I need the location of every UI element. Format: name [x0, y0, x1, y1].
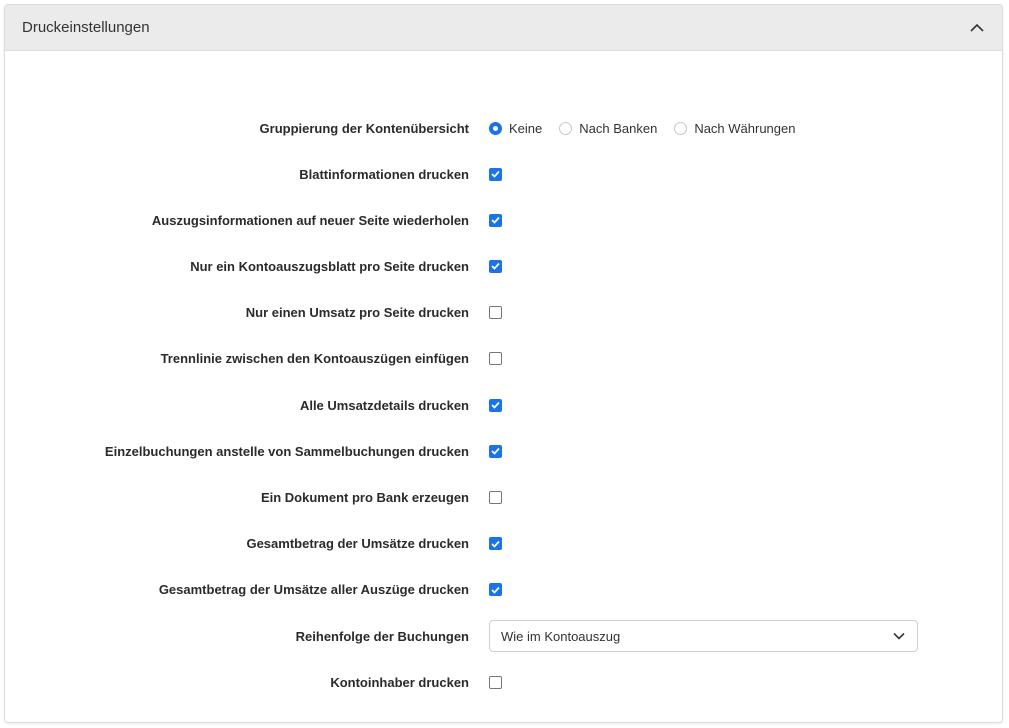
radio-label-currencies: Nach Währungen	[694, 120, 796, 136]
setting-label: Ein Dokument pro Bank erzeugen	[260, 489, 469, 505]
setting-label: Einzelbuchungen anstelle von Sammelbuchu…	[104, 443, 469, 459]
setting-label: Trennlinie zwischen den Kontoauszügen ei…	[160, 351, 469, 367]
radio-currencies[interactable]	[674, 121, 688, 135]
grouping-row: Gruppierung der Kontenübersicht Keine Na…	[5, 111, 1002, 145]
radio-label-none: Keine	[509, 120, 543, 136]
setting-label: Alle Umsatzdetails drucken	[299, 397, 469, 413]
checkbox-kontoinhaber-drucken[interactable]	[489, 675, 502, 689]
setting-row-nur-ein-kontoauszugsblatt-pro-seite-drucken: Nur ein Kontoauszugsblatt pro Seite druc…	[5, 249, 1002, 283]
setting-control	[489, 537, 502, 551]
setting-row-alle-umsatzdetails-drucken: Alle Umsatzdetails drucken	[5, 388, 1002, 422]
checkbox-buchungen-mit-wechselndem-hintergrund-drucken[interactable]	[489, 722, 502, 723]
setting-label: Nur einen Umsatz pro Seite drucken	[245, 305, 469, 321]
checkbox-alle-umsatzdetails-drucken[interactable]	[489, 398, 502, 412]
setting-control	[489, 306, 502, 320]
checkbox-trennlinie-zwischen-den-kontoauszuegen-einfuegen[interactable]	[489, 352, 502, 366]
checkbox-gesamtbetrag-der-umsaetze-drucken[interactable]	[489, 537, 502, 551]
checkbox-nur-ein-kontoauszugsblatt-pro-seite-drucken[interactable]	[489, 259, 502, 273]
setting-label: Auszugsinformationen auf neuer Seite wie…	[151, 212, 469, 228]
radio-option-banks[interactable]: Nach Banken	[559, 121, 657, 136]
setting-row-trennlinie-zwischen-den-kontoauszuegen-einfuegen: Trennlinie zwischen den Kontoauszügen ei…	[5, 342, 1002, 376]
checkbox-blattinformationen-drucken[interactable]	[489, 167, 502, 181]
setting-control	[489, 675, 502, 689]
checkbox-gesamtbetrag-der-umsaetze-aller-auszuege-drucken[interactable]	[489, 583, 502, 597]
setting-control	[489, 167, 502, 181]
setting-control	[489, 490, 502, 504]
setting-row-gesamtbetrag-der-umsaetze-drucken: Gesamtbetrag der Umsätze drucken	[5, 527, 1002, 561]
setting-row-gesamtbetrag-der-umsaetze-aller-auszuege-drucken: Gesamtbetrag der Umsätze aller Auszüge d…	[5, 573, 1002, 607]
chevron-up-icon[interactable]	[968, 19, 986, 37]
radio-option-none[interactable]: Keine	[489, 121, 542, 136]
radio-label-banks: Nach Banken	[579, 120, 658, 136]
radio-banks[interactable]	[559, 121, 573, 135]
checkbox-nur-einen-umsatz-pro-seite-drucken[interactable]	[489, 306, 502, 320]
setting-control	[489, 583, 502, 597]
grouping-radio-group: Keine Nach Banken Nach Währungen	[489, 121, 812, 136]
order-select[interactable]: Wie im Kontoauszug	[489, 620, 918, 652]
grouping-label: Gruppierung der Kontenübersicht	[259, 120, 469, 136]
setting-row-buchungen-mit-wechselndem-hintergrund-drucken: Buchungen mit wechselndem Hintergrund dr…	[5, 712, 1002, 723]
order-label: Reihenfolge der Buchungen	[295, 628, 469, 644]
setting-row-kontoinhaber-drucken: Kontoinhaber drucken	[5, 665, 1002, 699]
setting-row-nur-einen-umsatz-pro-seite-drucken: Nur einen Umsatz pro Seite drucken	[5, 296, 1002, 330]
radio-none[interactable]	[489, 121, 502, 135]
radio-option-currencies[interactable]: Nach Währungen	[674, 121, 795, 136]
setting-label: Gesamtbetrag der Umsätze aller Auszüge d…	[158, 582, 469, 598]
panel-header[interactable]: Druckeinstellungen	[5, 5, 1002, 51]
panel-title: Druckeinstellungen	[22, 19, 150, 36]
checkbox-ein-dokument-pro-bank-erzeugen[interactable]	[489, 490, 502, 504]
setting-row-ein-dokument-pro-bank-erzeugen: Ein Dokument pro Bank erzeugen	[5, 480, 1002, 514]
setting-label: Buchungen mit wechselndem Hintergrund dr…	[5, 721, 469, 722]
setting-control	[489, 259, 502, 273]
setting-label: Blattinformationen drucken	[299, 166, 469, 182]
order-row: Reihenfolge der Buchungen Wie im Kontoau…	[5, 619, 1002, 653]
setting-control	[489, 213, 502, 227]
checkbox-einzelbuchungen-anstelle-von-sammelbuchungen-drucken[interactable]	[489, 444, 502, 458]
print-settings-panel: Druckeinstellungen Gruppierung der Konte…	[4, 4, 1003, 723]
chevron-down-icon	[893, 627, 905, 645]
checkbox-auszugsinformationen-auf-neuer-seite-wiederholen[interactable]	[489, 213, 502, 227]
setting-control	[489, 352, 502, 366]
setting-row-blattinformationen-drucken: Blattinformationen drucken	[5, 157, 1002, 191]
setting-row-auszugsinformationen-auf-neuer-seite-wiederholen: Auszugsinformationen auf neuer Seite wie…	[5, 203, 1002, 237]
setting-label: Kontoinhaber drucken	[330, 674, 469, 690]
setting-control	[489, 722, 502, 723]
setting-label: Nur ein Kontoauszugsblatt pro Seite druc…	[190, 258, 469, 274]
setting-control	[489, 444, 502, 458]
setting-control	[489, 398, 502, 412]
setting-label: Gesamtbetrag der Umsätze drucken	[246, 536, 469, 552]
setting-row-einzelbuchungen-anstelle-von-sammelbuchungen-drucken: Einzelbuchungen anstelle von Sammelbuchu…	[5, 434, 1002, 468]
order-select-value: Wie im Kontoauszug	[501, 628, 621, 644]
